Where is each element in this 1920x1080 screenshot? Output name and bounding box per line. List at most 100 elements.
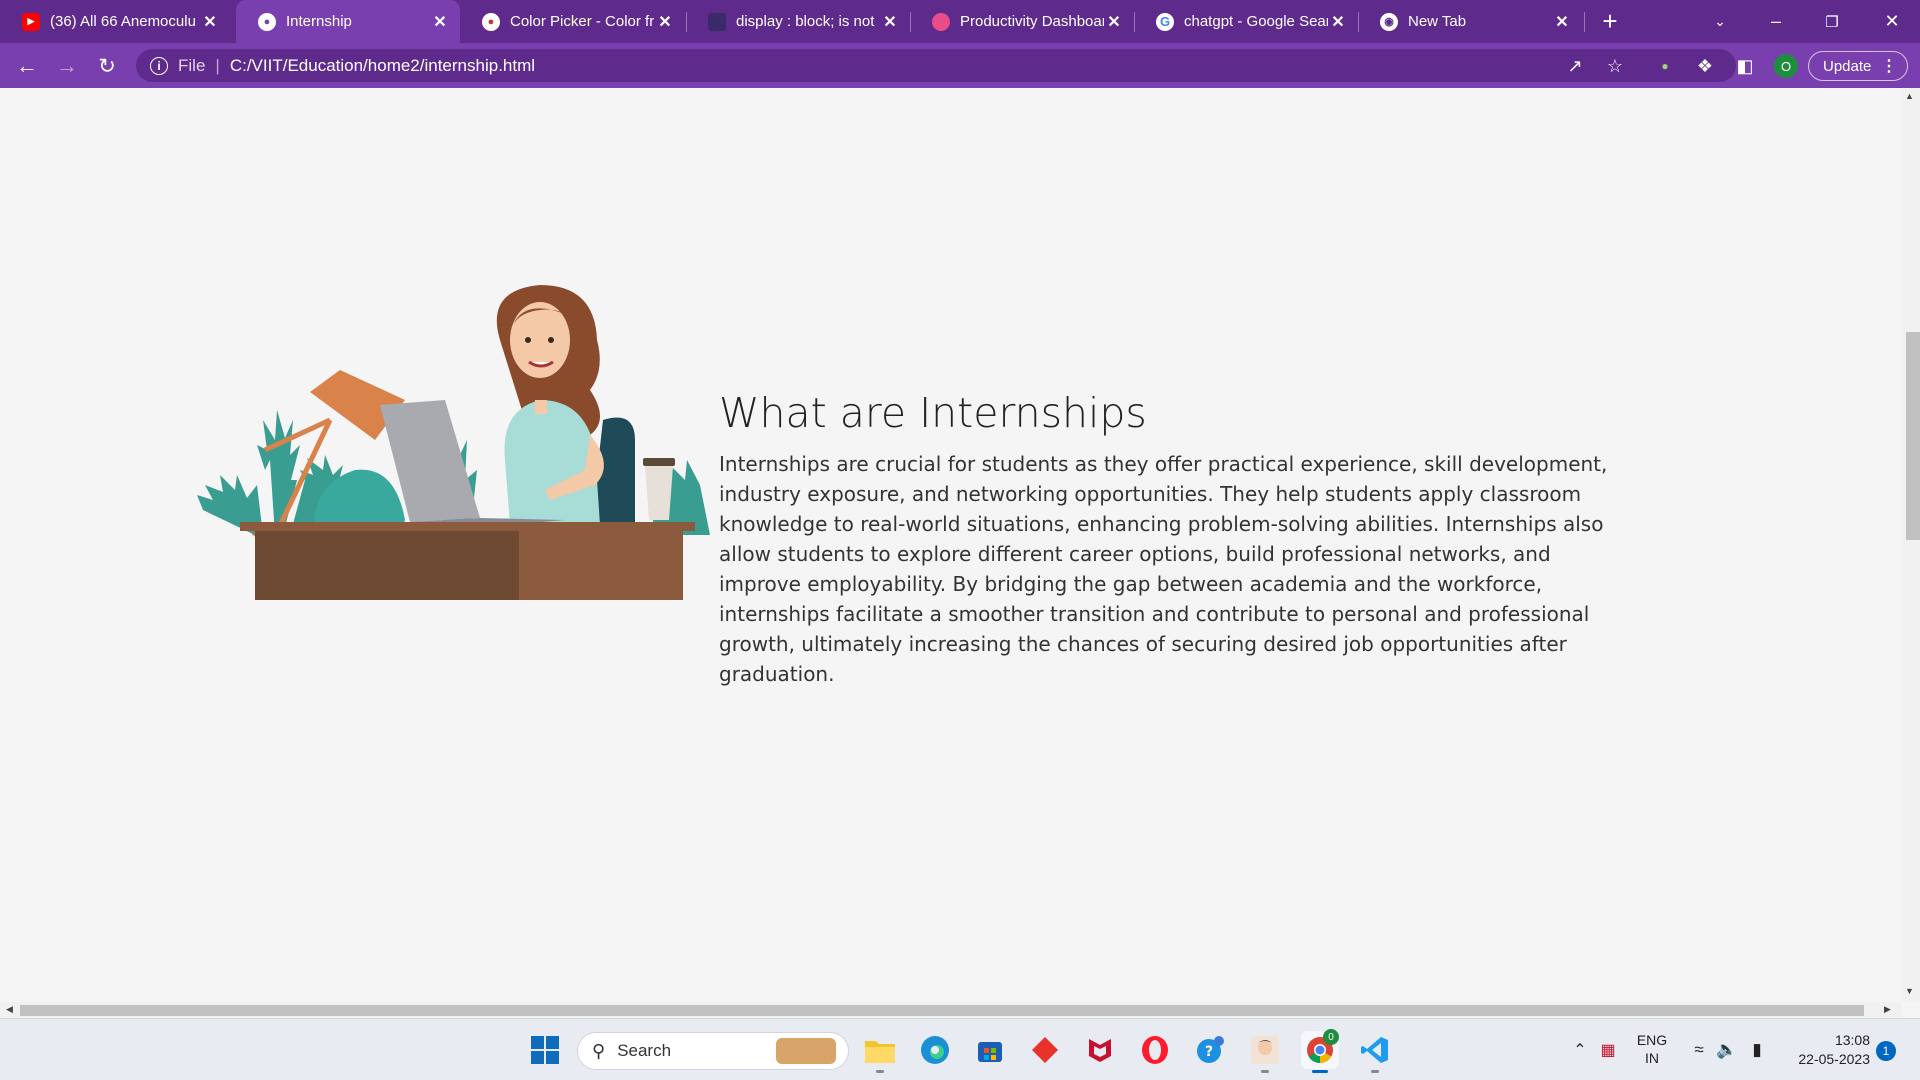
notification-badge[interactable]: 1 bbox=[1876, 1041, 1896, 1061]
vertical-scroll-thumb[interactable] bbox=[1906, 332, 1920, 540]
url-scheme: File bbox=[178, 55, 206, 75]
edge-icon[interactable] bbox=[916, 1031, 954, 1069]
page-title: What are Internships bbox=[719, 389, 1147, 437]
menu-dots-icon[interactable]: ⋮ bbox=[1881, 56, 1897, 76]
tab-color-picker[interactable]: ● Color Picker - Color fr ✕ bbox=[460, 0, 685, 43]
woman-figure bbox=[496, 285, 604, 525]
window-close-button[interactable]: ✕ bbox=[1864, 0, 1920, 43]
windows-taskbar: ⚲ Search ? 0 ⌃ ▦ ENG IN ≈ 🔈 ▮ 13:08 22-0… bbox=[0, 1018, 1920, 1080]
mcafee-tray-icon[interactable]: ▦ bbox=[1596, 1019, 1620, 1080]
close-icon[interactable]: ✕ bbox=[1552, 12, 1572, 32]
plus-icon: + bbox=[1602, 6, 1618, 36]
share-icon[interactable]: ↗ bbox=[1563, 55, 1587, 77]
update-button[interactable]: Update ⋮ bbox=[1808, 51, 1908, 81]
tab-productivity-dashboard[interactable]: Productivity Dashboar ✕ bbox=[910, 0, 1134, 43]
tab-title: chatgpt - Google Sear bbox=[1184, 13, 1328, 30]
chrome-icon[interactable]: 0 bbox=[1301, 1029, 1339, 1073]
tab-title: Productivity Dashboar bbox=[960, 13, 1104, 30]
profile-avatar[interactable]: O bbox=[1774, 54, 1798, 78]
browser-toolbar: ← → ↻ i File | C:/VIIT/Education/home2/i… bbox=[0, 43, 1920, 88]
desk bbox=[240, 522, 695, 600]
windows-start-icon[interactable] bbox=[526, 1031, 564, 1069]
horizontal-scroll-thumb[interactable] bbox=[20, 1005, 1864, 1016]
close-icon[interactable]: ✕ bbox=[1328, 12, 1348, 32]
taskbar-search-box[interactable]: ⚲ Search bbox=[577, 1032, 849, 1070]
tab-title: Color Picker - Color fr bbox=[510, 13, 655, 30]
svg-text:?: ? bbox=[1205, 1044, 1213, 1060]
battery-icon[interactable]: ▮ bbox=[1744, 1019, 1770, 1080]
language-indicator[interactable]: ENG IN bbox=[1632, 1031, 1672, 1067]
new-tab-button[interactable]: + bbox=[1584, 0, 1636, 43]
avatar-app-icon[interactable] bbox=[1246, 1031, 1284, 1073]
close-icon[interactable]: ✕ bbox=[1104, 12, 1124, 32]
tab-title: Internship bbox=[286, 13, 352, 30]
intro-paragraph: Internships are crucial for students as … bbox=[719, 452, 1608, 686]
extension-status-icon[interactable]: ● bbox=[1653, 55, 1677, 77]
tab-title: (36) All 66 Anemoculu bbox=[50, 13, 196, 30]
generic-icon bbox=[708, 12, 726, 31]
clock-date: 22-05-2023 bbox=[1798, 1051, 1870, 1067]
google-icon: G bbox=[1156, 12, 1174, 31]
scroll-down-arrow-icon[interactable]: ▼ bbox=[1905, 986, 1914, 996]
scroll-right-arrow-icon[interactable]: ▶ bbox=[1884, 1004, 1891, 1015]
globe-icon: ● bbox=[258, 12, 276, 31]
extensions-puzzle-icon[interactable]: ❖ bbox=[1693, 55, 1717, 77]
tab-display-block[interactable]: display : block; is not ✕ bbox=[686, 0, 910, 43]
tab-internship[interactable]: ● Internship ✕ bbox=[236, 0, 460, 43]
woman-working-at-desk-illustration bbox=[197, 285, 710, 600]
url-separator: | bbox=[215, 55, 220, 75]
close-icon[interactable]: ✕ bbox=[655, 12, 675, 32]
back-button[interactable]: ← bbox=[11, 51, 43, 81]
horizontal-scrollbar[interactable]: ◀ ▶ bbox=[0, 1002, 1902, 1018]
diamond-app-icon[interactable] bbox=[1026, 1031, 1064, 1069]
store-icon[interactable] bbox=[971, 1031, 1009, 1069]
clock-time: 13:08 bbox=[1834, 1032, 1870, 1048]
tab-title: display : block; is not bbox=[736, 13, 875, 30]
profile-initial: O bbox=[1780, 58, 1792, 74]
language-code: ENG bbox=[1636, 1032, 1668, 1048]
file-explorer-icon[interactable] bbox=[861, 1031, 899, 1073]
wifi-icon[interactable]: ≈ bbox=[1686, 1019, 1712, 1080]
forward-button[interactable]: → bbox=[51, 51, 83, 81]
youtube-icon: ▶ bbox=[22, 12, 40, 31]
tab-search-chevron-icon[interactable]: ⌄ bbox=[1692, 0, 1748, 43]
close-icon[interactable]: ✕ bbox=[880, 12, 900, 32]
running-indicator bbox=[1261, 1070, 1269, 1073]
tab-youtube[interactable]: ▶ (36) All 66 Anemoculu ✕ bbox=[0, 0, 230, 43]
chrome-profile-badge: 0 bbox=[1323, 1029, 1339, 1045]
close-icon[interactable]: ✕ bbox=[430, 12, 450, 32]
url-text[interactable]: C:/VIIT/Education/home2/internship.html bbox=[230, 56, 535, 76]
vertical-scrollbar[interactable]: ▲ ▼ bbox=[1902, 88, 1920, 1002]
browser-tab-strip: ▶ (36) All 66 Anemoculu ✕ ● Internship ✕… bbox=[0, 0, 1920, 43]
address-bar[interactable]: i File | C:/VIIT/Education/home2/interns… bbox=[136, 49, 1736, 82]
running-indicator bbox=[1371, 1070, 1379, 1073]
mcafee-icon[interactable] bbox=[1081, 1031, 1119, 1069]
running-indicator bbox=[876, 1070, 884, 1073]
tab-new-tab[interactable]: ◉ New Tab ✕ bbox=[1358, 0, 1582, 43]
chrome-icon: ◉ bbox=[1380, 12, 1398, 31]
scroll-left-arrow-icon[interactable]: ◀ bbox=[6, 1004, 13, 1015]
restore-button[interactable]: ❐ bbox=[1804, 0, 1860, 43]
opera-icon[interactable] bbox=[1136, 1031, 1174, 1069]
reload-button[interactable]: ↻ bbox=[91, 51, 123, 81]
system-clock[interactable]: 13:08 22-05-2023 bbox=[1782, 1031, 1870, 1069]
bookmark-star-icon[interactable]: ☆ bbox=[1603, 55, 1627, 77]
tab-google-search[interactable]: G chatgpt - Google Sear ✕ bbox=[1134, 0, 1358, 43]
search-icon: ⚲ bbox=[592, 1040, 606, 1061]
colorpicker-icon: ● bbox=[482, 12, 500, 31]
search-placeholder: Search bbox=[617, 1041, 672, 1060]
scroll-up-arrow-icon[interactable]: ▲ bbox=[1905, 91, 1914, 101]
search-highlight-image bbox=[776, 1038, 836, 1064]
minimize-button[interactable]: – bbox=[1748, 0, 1804, 43]
close-icon[interactable]: ✕ bbox=[200, 12, 220, 32]
volume-icon[interactable]: 🔈 bbox=[1714, 1019, 1740, 1080]
site-info-icon[interactable]: i bbox=[150, 56, 168, 75]
update-label: Update bbox=[1823, 57, 1872, 75]
tab-title: New Tab bbox=[1408, 13, 1467, 30]
side-panel-icon[interactable]: ◧ bbox=[1733, 55, 1757, 77]
skype-icon[interactable]: ? bbox=[1191, 1031, 1229, 1069]
show-hidden-icons-chevron-icon[interactable]: ⌃ bbox=[1568, 1019, 1592, 1080]
dribbble-icon bbox=[932, 12, 950, 31]
active-indicator bbox=[1312, 1070, 1328, 1073]
vscode-icon[interactable] bbox=[1356, 1031, 1394, 1073]
